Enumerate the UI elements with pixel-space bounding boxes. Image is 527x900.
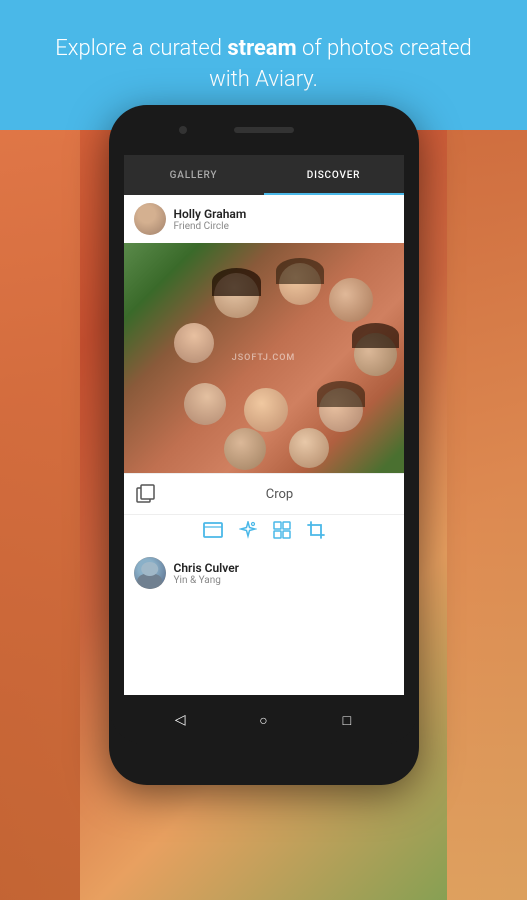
watermark: JSOFTJ.COM bbox=[232, 353, 296, 363]
phone-screen: GALLERY DISCOVER Holly Graham Friend Cir… bbox=[124, 155, 404, 695]
username-holly: Holly Graham bbox=[174, 207, 247, 221]
enhance-icon[interactable] bbox=[239, 521, 257, 539]
back-button[interactable]: ◁ bbox=[170, 710, 190, 730]
crop-label: Crop bbox=[166, 487, 394, 502]
phone-nav-bar: ◁ ○ □ bbox=[109, 695, 419, 745]
post-header-1: Holly Graham Friend Circle bbox=[124, 195, 404, 243]
copy-icon[interactable] bbox=[134, 482, 158, 506]
banner-text: Explore a curated stream of photos creat… bbox=[40, 34, 487, 96]
tab-gallery[interactable]: GALLERY bbox=[124, 155, 264, 195]
post-image-1: JSOFTJ.COM bbox=[124, 243, 404, 473]
circle-holly: Friend Circle bbox=[174, 221, 247, 232]
phone-camera bbox=[179, 126, 187, 134]
crop-icon[interactable] bbox=[307, 521, 325, 539]
post-card-2: Chris Culver Yin & Yang bbox=[124, 549, 404, 597]
username-chris: Chris Culver bbox=[174, 561, 240, 575]
feed[interactable]: Holly Graham Friend Circle bbox=[124, 195, 404, 695]
post-header-2: Chris Culver Yin & Yang bbox=[124, 549, 404, 597]
circle-chris: Yin & Yang bbox=[174, 575, 240, 586]
post-card-1: Holly Graham Friend Circle bbox=[124, 195, 404, 547]
post-actions-1: Crop bbox=[124, 473, 404, 514]
avatar-chris bbox=[134, 557, 166, 589]
recents-button[interactable]: □ bbox=[337, 710, 357, 730]
user-info-chris: Chris Culver Yin & Yang bbox=[174, 561, 240, 586]
phone-speaker bbox=[234, 127, 294, 133]
crop-aspect-icon[interactable] bbox=[203, 522, 223, 538]
app-header: GALLERY DISCOVER bbox=[124, 155, 404, 195]
user-info-holly: Holly Graham Friend Circle bbox=[174, 207, 247, 232]
home-button[interactable]: ○ bbox=[253, 710, 273, 730]
phone-top bbox=[109, 105, 419, 155]
tab-discover[interactable]: DISCOVER bbox=[264, 155, 404, 195]
phone-frame: GALLERY DISCOVER Holly Graham Friend Cir… bbox=[109, 105, 419, 785]
tools-row bbox=[124, 514, 404, 547]
avatar-holly bbox=[134, 203, 166, 235]
frames-icon[interactable] bbox=[273, 521, 291, 539]
